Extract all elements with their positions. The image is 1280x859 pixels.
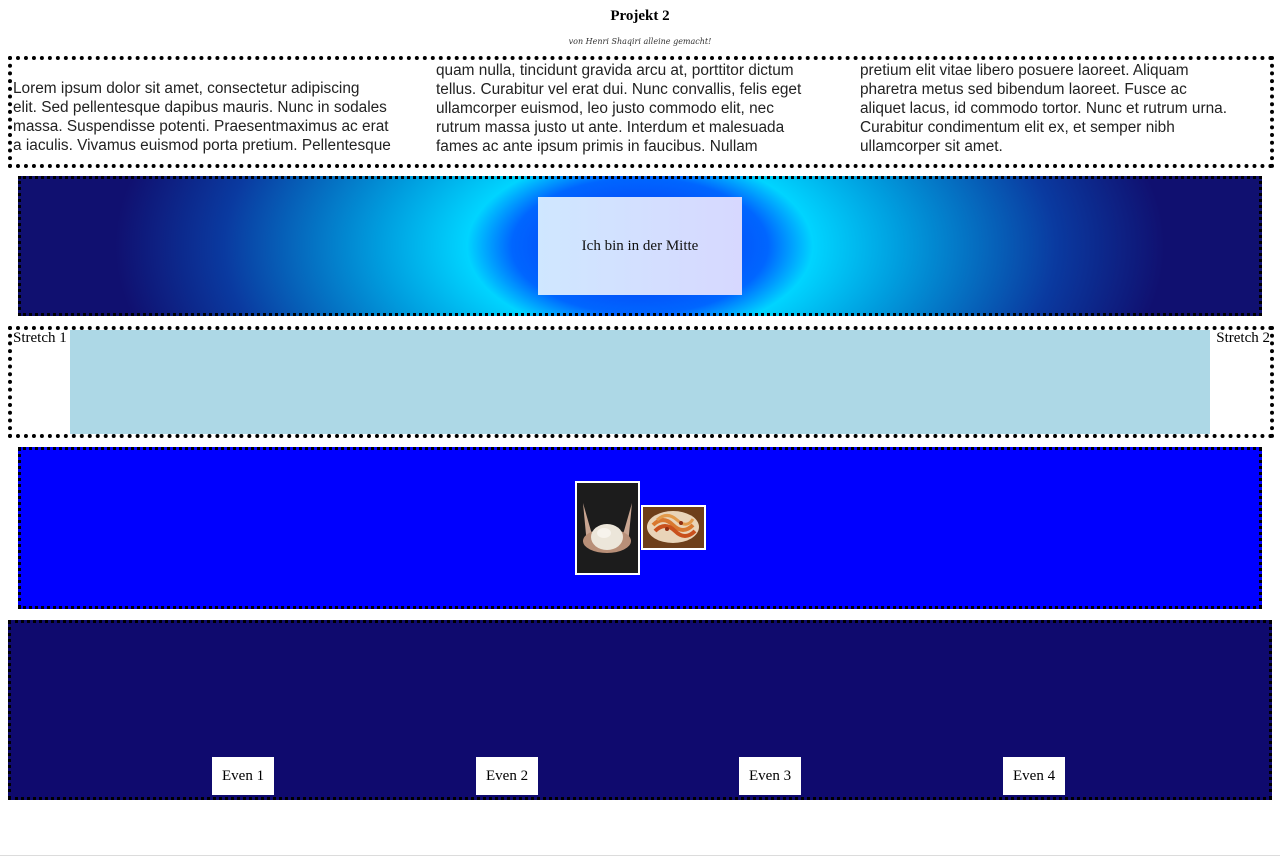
text-line: aliquet lacus, id commodo tortor. Nunc e… (860, 100, 1227, 117)
gradient-center-section: Ich bin in der Mitte (18, 176, 1262, 316)
stretch-fill-area (70, 330, 1210, 434)
text-columns-section: Lorem ipsum dolor sit amet, consectetur … (8, 56, 1274, 168)
text-line: ullamcorper euismod, leo justo commodo e… (436, 100, 774, 117)
image-section (18, 447, 1262, 609)
page-subtitle: von Henri Shaqiri alleine gemacht! (568, 37, 712, 46)
page-title: Projekt 2 (610, 8, 670, 24)
pasta-photo (641, 505, 706, 550)
text-line: fames ac ante ipsum primis in faucibus. … (436, 138, 758, 155)
text-line: tellus. Curabitur vel erat dui. Nunc con… (436, 81, 802, 98)
text-line: elit. Sed pellentesque dapibus mauris. N… (13, 99, 387, 116)
center-card: Ich bin in der Mitte (538, 197, 742, 295)
text-line: pharetra metus sed bibendum laoreet. Fus… (860, 81, 1187, 98)
text-line: a iaculis. Vivamus euismod porta pretium… (13, 137, 391, 154)
dough-photo (575, 481, 640, 575)
text-line: massa. Suspendisse potenti. Praesentmaxi… (13, 118, 389, 135)
text-line: rutrum massa justo ut ante. Interdum et … (436, 119, 785, 136)
even-item-4: Even 4 (1003, 757, 1066, 795)
text-line: Curabitur condimentum elit ex, et semper… (860, 119, 1175, 136)
stretch-item-2: Stretch 2 (1216, 330, 1270, 346)
text-line: quam nulla, tincidunt gravida arcu at, p… (436, 62, 794, 79)
text-column-2: quam nulla, tincidunt gravida arcu at, p… (436, 61, 848, 159)
even-item-3: Even 3 (739, 757, 802, 795)
even-item-2: Even 2 (476, 757, 539, 795)
bottom-divider (0, 855, 1280, 856)
stretch-item-1: Stretch 1 (13, 330, 67, 346)
text-line: Lorem ipsum dolor sit amet, consectetur … (13, 80, 360, 97)
text-line: pretium elit vitae libero posuere laoree… (860, 62, 1189, 79)
text-line: ullamcorper sit amet. (860, 138, 1003, 155)
even-section: Even 1 Even 2 Even 3 Even 4 (8, 620, 1272, 800)
text-column-1: Lorem ipsum dolor sit amet, consectetur … (13, 79, 425, 159)
stretch-section: Stretch 1 Stretch 2 (8, 326, 1274, 438)
even-item-1: Even 1 (212, 757, 275, 795)
text-column-3: pretium elit vitae libero posuere laoree… (860, 61, 1270, 159)
